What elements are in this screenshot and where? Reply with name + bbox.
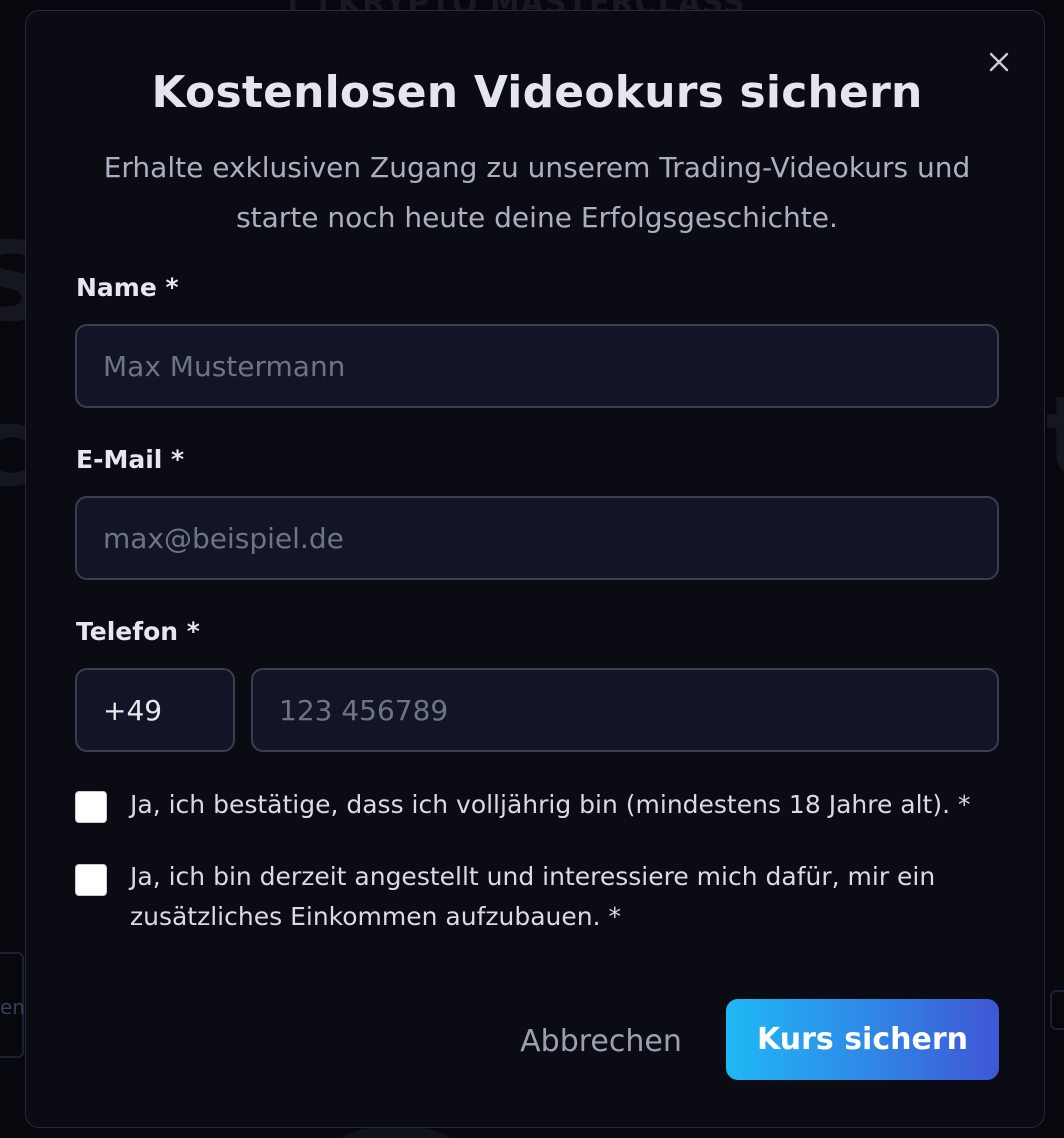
age-confirm-checkbox[interactable]	[75, 791, 107, 823]
modal-title: Kostenlosen Videokurs sichern	[151, 67, 923, 118]
age-confirm-label: Ja, ich bestätige, dass ich volljährig b…	[130, 790, 971, 819]
submit-button[interactable]: Kurs sichern	[726, 999, 999, 1080]
cancel-button[interactable]: Abbrechen	[506, 1001, 696, 1081]
employment-confirm-checkbox[interactable]	[75, 864, 107, 896]
email-input[interactable]	[75, 496, 999, 580]
background-heading-fragment-right: t	[1045, 372, 1064, 500]
email-label: E-Mail *	[76, 445, 185, 474]
country-code-input[interactable]	[75, 668, 235, 752]
background-side-element	[1050, 990, 1064, 1030]
phone-input[interactable]	[251, 668, 999, 752]
phone-label: Telefon *	[76, 617, 200, 646]
employment-confirm-label: Ja, ich bin derzeit angestellt und inter…	[130, 862, 936, 931]
background-side-button: en	[0, 952, 25, 1058]
signup-modal: Kostenlosen Videokurs sichern Erhalte ex…	[25, 10, 1045, 1128]
name-input[interactable]	[75, 324, 999, 408]
name-label: Name *	[76, 273, 179, 302]
modal-subtitle: Erhalte exklusiven Zugang zu unserem Tra…	[103, 151, 971, 234]
